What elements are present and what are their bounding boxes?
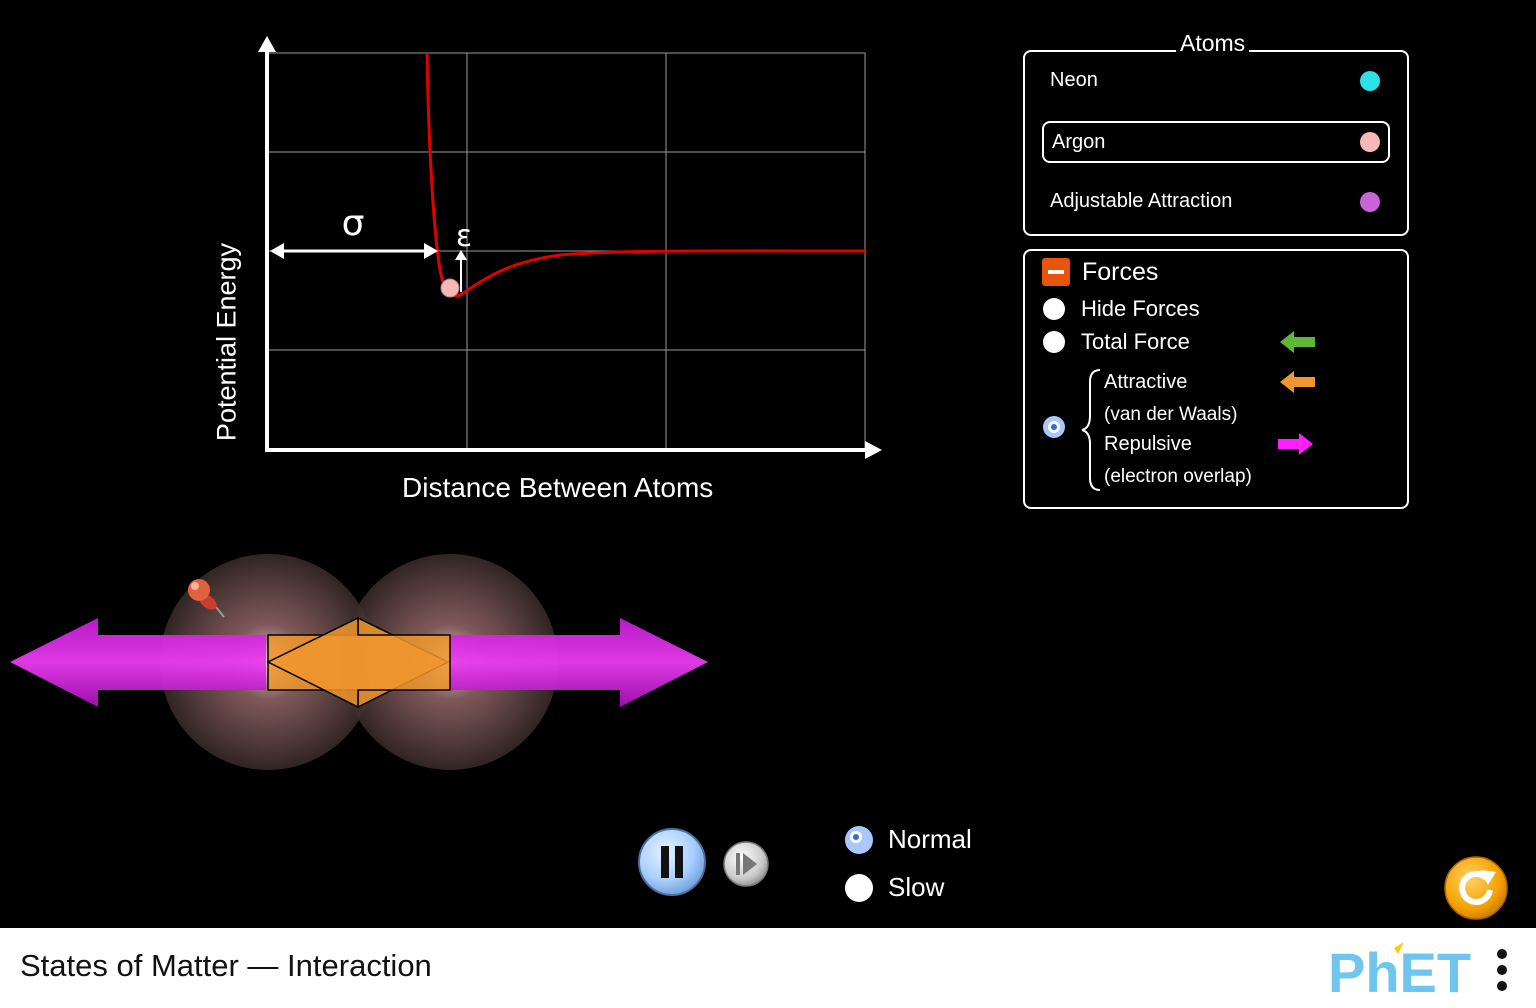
phet-logo[interactable]: PhET xyxy=(1328,940,1478,1004)
argon-color-swatch xyxy=(1360,132,1380,152)
menu-button[interactable] xyxy=(1494,946,1510,996)
step-button[interactable] xyxy=(722,840,770,888)
navigation-bar: States of Matter — Interaction PhET xyxy=(0,928,1536,1008)
total-force-label: Total Force xyxy=(1081,329,1190,354)
sigma-label: σ xyxy=(342,203,365,244)
minus-icon xyxy=(1048,270,1064,274)
atom-interaction-view xyxy=(10,554,708,770)
repulsive-label: Repulsive xyxy=(1104,433,1192,455)
speed-normal-radio[interactable] xyxy=(845,826,873,854)
forces-panel-title: Forces xyxy=(1082,258,1159,286)
graph-atom-marker[interactable] xyxy=(440,278,460,298)
y-axis-label: Potential Energy xyxy=(211,242,242,442)
attractive-arrow-icon xyxy=(1280,371,1315,393)
potential-curve xyxy=(425,52,866,298)
x-axis-label: Distance Between Atoms xyxy=(402,472,714,503)
graph-axes xyxy=(258,36,882,459)
pause-button[interactable] xyxy=(636,826,708,898)
total-force-radio[interactable] xyxy=(1043,331,1065,353)
atom-option-label: Neon xyxy=(1050,69,1098,91)
atom-option-label: Adjustable Attraction xyxy=(1050,190,1233,212)
pause-icon xyxy=(661,846,669,878)
atom-option-argon[interactable]: Argon xyxy=(1042,121,1390,163)
brace-icon xyxy=(1081,369,1101,491)
reset-all-button[interactable] xyxy=(1442,854,1510,922)
repulsive-arrow-icon xyxy=(1278,433,1313,455)
speed-slow-radio[interactable] xyxy=(845,874,873,902)
total-force-arrow-icon xyxy=(1280,331,1315,353)
neon-color-swatch xyxy=(1360,71,1380,91)
collapse-forces-button[interactable] xyxy=(1042,258,1070,286)
adjustable-color-swatch xyxy=(1360,192,1380,212)
phet-logo-icon: PhET xyxy=(1328,941,1471,1004)
attractive-label: Attractive xyxy=(1104,371,1188,393)
atom-option-label: Argon xyxy=(1052,131,1106,153)
sigma-arrow xyxy=(270,243,438,259)
attractive-sublabel: (van der Waals) xyxy=(1104,404,1238,425)
hide-forces-radio[interactable] xyxy=(1043,298,1065,320)
speed-normal-label: Normal xyxy=(888,824,972,854)
sim-title: States of Matter — Interaction xyxy=(20,948,432,983)
speed-slow-label: Slow xyxy=(888,872,945,902)
potential-energy-graph: σ ε xyxy=(258,36,882,459)
hide-forces-label: Hide Forces xyxy=(1081,296,1200,321)
epsilon-label: ε xyxy=(456,219,472,254)
component-forces-radio[interactable] xyxy=(1043,416,1065,438)
atoms-panel-title: Atoms xyxy=(1176,30,1250,57)
atom-option-adjustable[interactable]: Adjustable Attraction xyxy=(1042,182,1388,222)
sim-area: σ ε Distance Between Atoms Potential Ene… xyxy=(0,0,1536,928)
kebab-menu-icon xyxy=(1497,949,1507,991)
repulsive-sublabel: (electron overlap) xyxy=(1104,466,1252,487)
atom-option-neon[interactable]: Neon xyxy=(1042,61,1388,101)
